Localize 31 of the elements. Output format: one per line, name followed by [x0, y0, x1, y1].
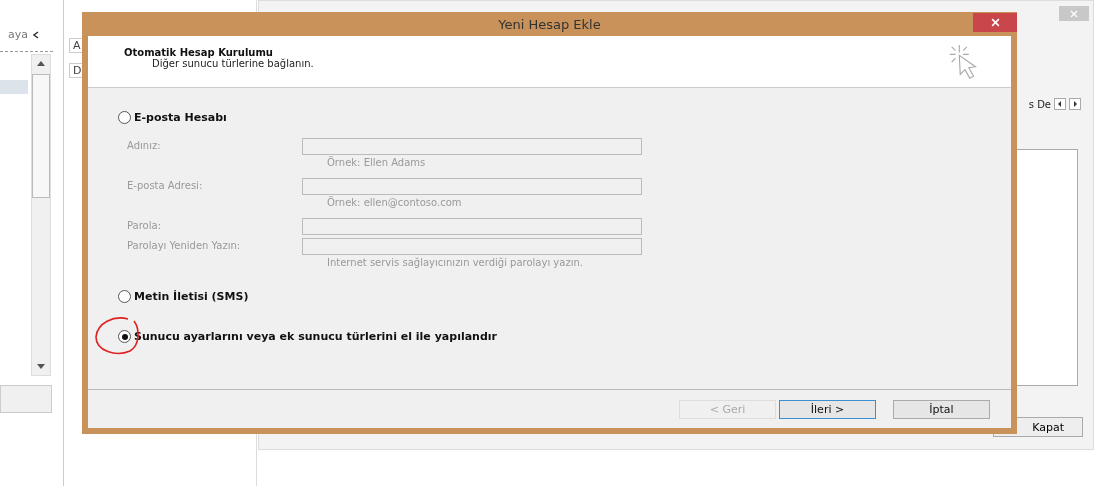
radio-button[interactable]: [118, 111, 131, 124]
radio-button[interactable]: [118, 290, 131, 303]
dialog-button[interactable]: İleri >: [779, 399, 876, 419]
close-button[interactable]: [973, 13, 1017, 32]
field-label: Parola:: [127, 219, 162, 233]
field-label: Adınız:: [127, 139, 162, 153]
field-label: E-posta Adresi:: [127, 179, 204, 193]
window-title: Yeni Hesap Ekle: [498, 16, 601, 32]
panel-box: [0, 385, 52, 413]
close-icon: [990, 18, 1000, 27]
scroll-down-icon[interactable]: [37, 364, 45, 369]
option-label[interactable]: Metin İletisi (SMS): [134, 290, 249, 303]
pane-label: aya: [8, 28, 28, 41]
radio-button[interactable]: [118, 330, 131, 343]
field-hint: Örnek: ellen@contoso.com: [326, 195, 463, 208]
close-icon: [1070, 9, 1078, 18]
close-button[interactable]: [1059, 6, 1089, 21]
scrollbar[interactable]: [31, 54, 51, 376]
scrollbar-thumb[interactable]: [32, 74, 50, 198]
scroll-right-icon[interactable]: [1069, 98, 1081, 110]
header-subtitle: Diğer sunucu türlerine bağlanın.: [151, 58, 314, 69]
field-label: Parolayı Yeniden Yazın:: [127, 239, 242, 253]
dialog-button[interactable]: İptal: [893, 399, 990, 419]
scroll-left-icon[interactable]: [1054, 98, 1066, 110]
field-hint: Internet servis sağlayıcınızın verdiği parolayı yazın.: [326, 256, 584, 268]
scroll-up-icon[interactable]: [37, 61, 45, 66]
chevron-left-icon[interactable]: [33, 30, 39, 39]
field-hint: Örnek: Ellen Adams: [326, 155, 427, 168]
header-title: Otomatik Hesap Kurulumu: [124, 47, 274, 58]
tab-label[interactable]: s De: [1028, 98, 1051, 110]
option-label[interactable]: E-posta Hesabı: [134, 111, 227, 124]
